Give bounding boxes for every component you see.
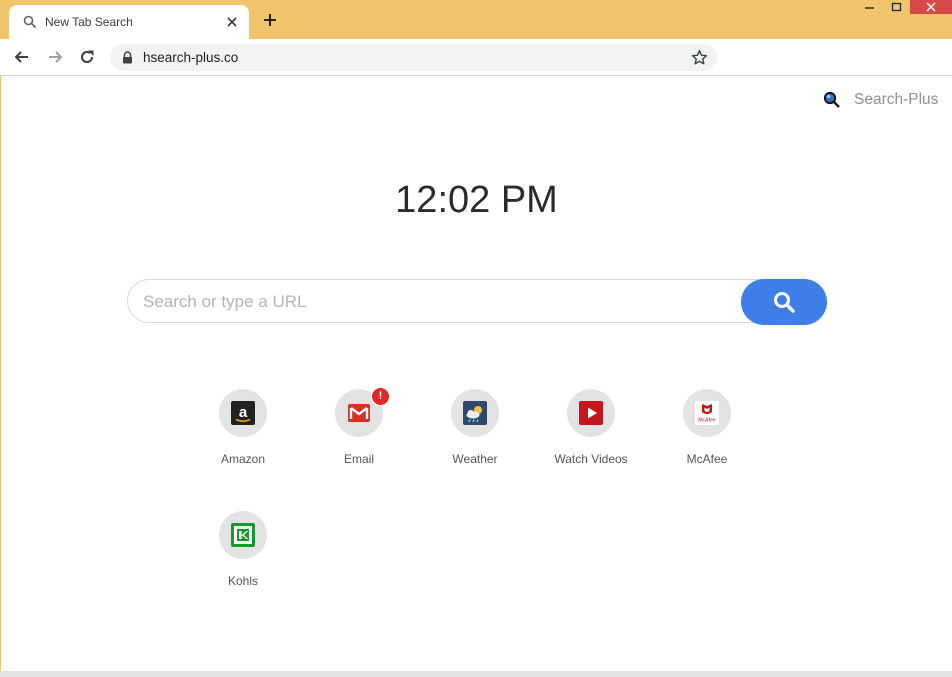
clock: 12:02 PM <box>395 179 558 221</box>
shortcut-watch-videos[interactable]: Watch Videos <box>551 389 631 469</box>
shortcut-weather[interactable]: Weather <box>435 389 515 469</box>
close-icon <box>926 2 936 12</box>
search-icon <box>23 15 37 29</box>
search-button[interactable] <box>741 279 827 325</box>
shortcut-icon-bg: ! <box>335 387 390 437</box>
shortcut-label: Watch Videos <box>554 452 628 466</box>
tab-title: New Tab Search <box>45 15 133 29</box>
brand-name: Search-Plus <box>854 91 939 108</box>
back-arrow-icon[interactable] <box>12 47 32 67</box>
svg-text:a: a <box>239 404 248 421</box>
search-bar <box>127 279 825 324</box>
new-tab-plus-icon[interactable] <box>262 12 278 28</box>
minimize-icon <box>865 7 874 9</box>
close-tab-icon[interactable] <box>224 14 240 30</box>
browser-tab[interactable]: New Tab Search <box>9 5 249 39</box>
shortcut-label: Weather <box>452 452 498 466</box>
browser-titlebar: New Tab Search <box>0 0 952 39</box>
page-content: Search-Plus 12:02 PM a Amazon <box>1 76 952 671</box>
mcafee-icon: McAfee <box>695 401 719 425</box>
magnifier-logo-icon <box>823 91 840 108</box>
bookmark-star-icon[interactable] <box>691 49 708 66</box>
email-icon <box>348 404 370 422</box>
minimize-button[interactable] <box>856 0 883 14</box>
mcafee-logo-text: McAfee <box>698 418 716 424</box>
shortcut-kohls[interactable]: Kohls <box>203 511 283 591</box>
forward-arrow-icon[interactable] <box>45 47 65 67</box>
shortcut-label: Email <box>343 452 374 466</box>
search-icon <box>774 292 795 313</box>
search-input[interactable] <box>141 280 735 324</box>
window-close-button[interactable] <box>910 0 952 14</box>
maximize-button[interactable] <box>883 0 910 14</box>
shortcut-email[interactable]: ! Email <box>319 387 399 469</box>
shortcut-label: Kohls <box>227 574 259 588</box>
shortcut-amazon[interactable]: a Amazon <box>203 389 283 469</box>
reload-icon[interactable] <box>77 47 97 67</box>
maximize-icon <box>891 2 902 12</box>
shortcut-label: McAfee <box>686 452 728 466</box>
shortcut-icon-bg <box>567 389 615 437</box>
amazon-icon: a <box>231 401 255 425</box>
url-text: hsearch-plus.co <box>143 50 239 65</box>
shortcut-icon-bg <box>219 511 267 559</box>
shortcut-icon-bg: a <box>219 389 267 437</box>
notification-badge: ! <box>371 387 390 406</box>
bottom-scroll-strip <box>0 671 952 677</box>
video-play-icon <box>579 401 603 425</box>
lock-icon <box>123 51 132 64</box>
kohls-icon <box>231 523 255 547</box>
shortcut-label: Amazon <box>220 452 266 466</box>
shortcut-icon-bg <box>451 389 499 437</box>
weather-icon <box>463 401 487 425</box>
browser-toolbar: hsearch-plus.co <box>0 39 952 76</box>
shortcut-mcafee[interactable]: McAfee McAfee <box>667 389 747 469</box>
address-bar[interactable]: hsearch-plus.co <box>110 44 717 71</box>
shortcut-icon-bg: McAfee <box>683 389 731 437</box>
